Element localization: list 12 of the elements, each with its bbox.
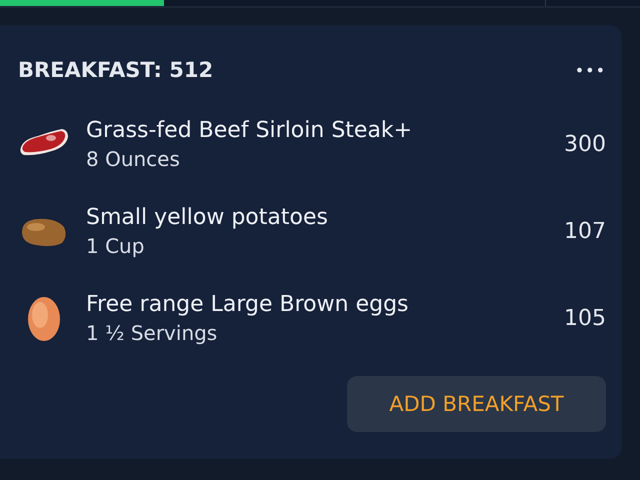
- more-button[interactable]: •••: [574, 60, 606, 80]
- add-breakfast-button[interactable]: ADD BREAKFAST: [347, 376, 606, 432]
- calorie-count: 107: [564, 219, 606, 244]
- calorie-count: 105: [564, 306, 606, 331]
- food-amount: 1 ½ Servings: [86, 321, 218, 345]
- food-name: Grass-fed Beef Sirloin Steak+: [86, 118, 414, 143]
- meal-title: BREAKFAST: 512: [18, 58, 214, 82]
- calorie-count: 300: [564, 132, 606, 157]
- food-amount: 1 Cup: [86, 234, 146, 258]
- food-name: Small yellow potatoes: [86, 205, 329, 230]
- food-name: Free range Large Brown eggs: [86, 292, 410, 317]
- food-amount: 8 Ounces: [86, 147, 181, 171]
